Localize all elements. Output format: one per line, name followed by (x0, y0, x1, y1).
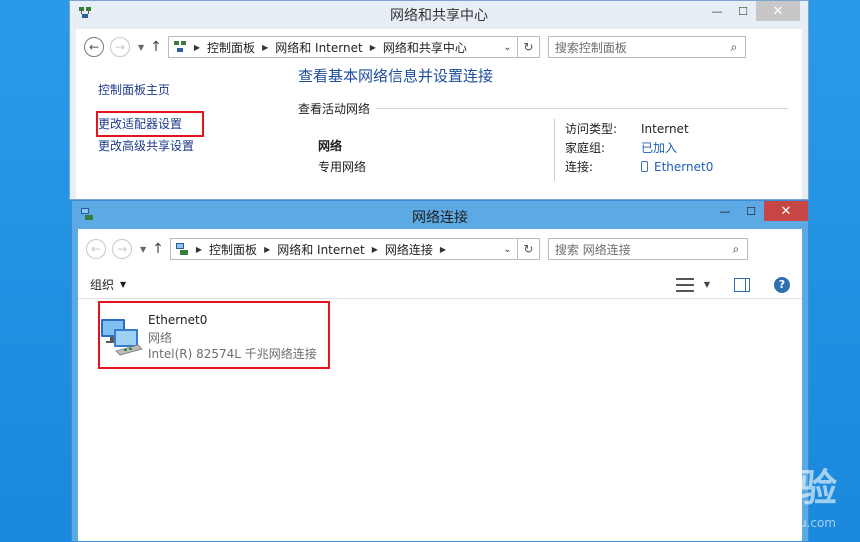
main-pane: 查看基本网络信息并设置连接 查看活动网络 网络 专用网络 访问类型: Inter… (298, 65, 788, 181)
watermark-logo: Bai du 经验 (604, 466, 838, 510)
title-bar[interactable]: 网络连接 — ☐ ✕ (72, 201, 808, 229)
forward-arrow-icon[interactable]: → (110, 37, 130, 57)
change-adapter-settings-link[interactable]: 更改适配器设置 (98, 113, 278, 135)
info-key: 连接: (565, 160, 594, 174)
network-sharing-center-window: 网络和共享中心 — ☐ ✕ ← → ▼ ↑ ▶ 控制面板 ▶ 网络和 Inter… (69, 0, 809, 200)
search-placeholder: 搜索控制面板 (554, 40, 627, 55)
back-arrow-icon[interactable]: ← (86, 239, 106, 259)
chevron-right-icon[interactable]: ▶ (262, 43, 268, 52)
refresh-icon[interactable]: ↻ (517, 238, 540, 260)
address-bar[interactable]: ▶ 控制面板 ▶ 网络和 Internet ▶ 网络和共享中心 ⌄ (167, 36, 518, 58)
search-placeholder: 搜索 网络连接 (554, 242, 631, 257)
adapter-network: 网络 (148, 331, 173, 345)
info-key: 访问类型: (565, 122, 618, 136)
info-row: 家庭组: 已加入 (565, 138, 713, 157)
address-bar[interactable]: ▶ 控制面板 ▶ 网络和 Internet ▶ 网络连接 ▶ ⌄ (169, 238, 518, 260)
ethernet-icon (641, 160, 648, 172)
view-options-dropdown-icon[interactable]: ▼ (704, 280, 710, 289)
network-type: 专用网络 (318, 160, 367, 174)
network-info: 访问类型: Internet 家庭组: 已加入 连接: Ethernet0 (554, 119, 713, 181)
minimize-button[interactable]: — (704, 1, 730, 21)
breadcrumb-control-panel[interactable]: 控制面板 (209, 241, 257, 258)
command-bar: 组织 ▼ ▼ ? (78, 271, 802, 299)
info-row: 连接: Ethernet0 (565, 157, 713, 176)
close-button[interactable]: ✕ (764, 201, 808, 221)
adapter-name: Ethernet0 (148, 313, 208, 327)
section-divider (376, 108, 788, 109)
info-row: 访问类型: Internet (565, 119, 713, 138)
active-networks-header: 查看活动网络 (298, 100, 788, 117)
refresh-icon[interactable]: ↻ (517, 36, 540, 58)
chevron-right-icon[interactable]: ▶ (370, 43, 376, 52)
maximize-button[interactable]: ☐ (730, 1, 756, 21)
breadcrumb-network-internet[interactable]: 网络和 Internet (275, 39, 362, 56)
control-panel-home-link[interactable]: 控制面板主页 (98, 79, 278, 101)
connection-link[interactable]: Ethernet0 (641, 160, 713, 174)
window-client: ← → ▼ ↑ ▶ 控制面板 ▶ 网络和 Internet ▶ 网络和共享中心 … (76, 29, 802, 199)
up-arrow-icon[interactable]: ↑ (150, 39, 162, 55)
network-adapter-icon (101, 319, 143, 356)
navigation-bar: ← → ▼ ↑ ▶ 控制面板 ▶ 网络和 Internet ▶ 网络连接 ▶ ⌄… (86, 237, 794, 261)
help-icon[interactable]: ? (774, 276, 790, 293)
organize-menu[interactable]: 组织 ▼ (90, 276, 126, 293)
search-icon[interactable]: ⌕ (725, 242, 747, 257)
maximize-button[interactable]: ☐ (738, 201, 764, 221)
left-nav-pane: 控制面板主页 更改适配器设置 更改高级共享设置 (98, 79, 278, 157)
breadcrumb-sharing-center[interactable]: 网络和共享中心 (383, 39, 467, 56)
search-icon[interactable]: ⌕ (723, 40, 745, 55)
address-dropdown-icon[interactable]: ⌄ (496, 243, 517, 255)
search-input[interactable]: 搜索控制面板 ⌕ (547, 36, 746, 58)
back-arrow-icon[interactable]: ← (84, 37, 104, 57)
control-panel-icon (173, 41, 186, 52)
address-dropdown-icon[interactable]: ⌄ (496, 41, 517, 53)
recent-locations-dropdown-icon[interactable]: ▼ (138, 43, 144, 52)
change-view-icon[interactable] (675, 277, 694, 293)
window-title: 网络和共享中心 (390, 8, 488, 24)
breadcrumb-network-internet[interactable]: 网络和 Internet (277, 241, 364, 258)
navigation-bar: ← → ▼ ↑ ▶ 控制面板 ▶ 网络和 Internet ▶ 网络和共享中心 … (84, 35, 794, 59)
chevron-down-icon: ▼ (120, 280, 127, 289)
chevron-right-icon[interactable]: ▶ (440, 245, 446, 254)
adapter-device: Intel(R) 82574L 千兆网络连接 (148, 347, 317, 361)
chevron-right-icon[interactable]: ▶ (372, 245, 378, 254)
info-key: 家庭组: (565, 141, 606, 155)
search-input[interactable]: 搜索 网络连接 ⌕ (547, 238, 748, 260)
organize-label: 组织 (90, 278, 115, 292)
network-name: 网络 (318, 139, 343, 153)
preview-pane-icon[interactable] (734, 277, 750, 292)
title-bar[interactable]: 网络和共享中心 — ☐ ✕ (70, 1, 808, 27)
page-title: 查看基本网络信息并设置连接 (298, 67, 494, 85)
chevron-right-icon[interactable]: ▶ (264, 245, 270, 254)
up-arrow-icon[interactable]: ↑ (152, 241, 164, 257)
window-title: 网络连接 (412, 210, 468, 226)
chevron-right-icon[interactable]: ▶ (196, 245, 202, 254)
minimize-button[interactable]: — (712, 201, 738, 221)
breadcrumb-network-connections[interactable]: 网络连接 (385, 241, 433, 258)
breadcrumb-control-panel[interactable]: 控制面板 (207, 39, 255, 56)
section-header-label: 查看活动网络 (298, 102, 371, 116)
forward-arrow-icon[interactable]: → (112, 239, 132, 259)
watermark-url: jingyan.baidu.com (725, 516, 836, 530)
network-connections-icon (175, 243, 188, 255)
active-network: 网络 专用网络 (318, 137, 366, 175)
network-adapter-item[interactable]: Ethernet0 网络 Intel(R) 82574L 千兆网络连接 (98, 313, 317, 361)
info-value: Internet (641, 121, 689, 136)
connection-name: Ethernet0 (654, 159, 714, 174)
recent-locations-dropdown-icon[interactable]: ▼ (140, 245, 146, 254)
chevron-right-icon[interactable]: ▶ (194, 43, 200, 52)
close-button[interactable]: ✕ (756, 1, 800, 21)
homegroup-link[interactable]: 已加入 (641, 139, 677, 156)
change-advanced-sharing-link[interactable]: 更改高级共享设置 (98, 135, 278, 157)
